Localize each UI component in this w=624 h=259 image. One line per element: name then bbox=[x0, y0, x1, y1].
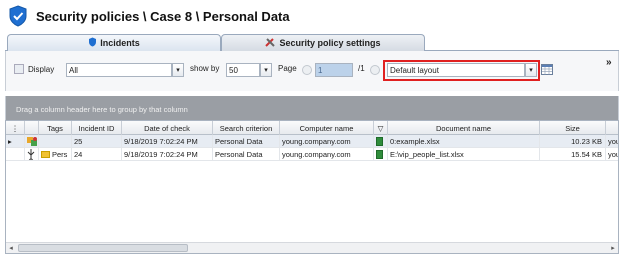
arrow-left-icon bbox=[302, 65, 312, 75]
tab-security-policy-settings[interactable]: Security policy settings bbox=[221, 34, 425, 51]
row-indicator-header[interactable]: ⋮ bbox=[6, 121, 25, 135]
shield-icon bbox=[88, 37, 97, 49]
table-row[interactable]: Pers 24 9/18/2019 7:02:24 PM Personal Da… bbox=[6, 148, 618, 161]
display-group: Display bbox=[14, 64, 54, 74]
display-label: Display bbox=[28, 64, 55, 74]
usb-icon bbox=[25, 148, 39, 161]
column-header-incident-id[interactable]: Incident ID bbox=[72, 121, 122, 135]
cell-more: youn bbox=[606, 135, 618, 148]
prev-page-button[interactable] bbox=[302, 65, 312, 75]
cell-document: 0:example.xlsx bbox=[388, 135, 540, 148]
window-header: Security policies \ Case 8 \ Personal Da… bbox=[0, 0, 624, 32]
tools-icon bbox=[265, 37, 276, 49]
showby-select[interactable]: 50 ▾ bbox=[226, 63, 272, 77]
cell-incident-id: 25 bbox=[72, 135, 122, 148]
excel-file-icon bbox=[374, 135, 388, 148]
display-select-value: All bbox=[66, 63, 172, 77]
display-select[interactable]: All ▾ bbox=[66, 63, 184, 77]
tab-incidents-label: Incidents bbox=[100, 38, 140, 48]
cell-tags: Pers bbox=[39, 148, 72, 161]
tab-bar: Incidents Security policy settings bbox=[5, 32, 619, 51]
cell-more: youn bbox=[606, 148, 618, 161]
showby-label: show by bbox=[190, 64, 220, 73]
column-header-more[interactable] bbox=[606, 121, 618, 135]
filter-icon[interactable]: ▽ bbox=[374, 121, 388, 135]
page-input-value: 1 bbox=[315, 63, 353, 77]
column-header-date[interactable]: Date of check bbox=[122, 121, 213, 135]
column-header-size[interactable]: Size bbox=[540, 121, 606, 135]
page-input[interactable]: 1 bbox=[315, 63, 353, 77]
cell-criterion: Personal Data bbox=[213, 148, 280, 161]
page-label: Page bbox=[278, 64, 297, 73]
cell-date: 9/18/2019 7:02:24 PM bbox=[122, 148, 213, 161]
arrow-right-icon bbox=[370, 65, 380, 75]
cell-tags-text: Pers bbox=[52, 150, 68, 159]
scroll-right-icon[interactable]: ▸ bbox=[608, 243, 618, 253]
cell-computer: young.company.com bbox=[280, 148, 374, 161]
incidents-grid: ⋮ Tags Incident ID Date of check Search … bbox=[5, 120, 619, 254]
layout-highlight-box bbox=[383, 60, 540, 81]
column-header-computer[interactable]: Computer name bbox=[280, 121, 374, 135]
cell-date: 9/18/2019 7:02:24 PM bbox=[122, 135, 213, 148]
group-by-area[interactable]: Drag a column header here to group by th… bbox=[5, 96, 619, 120]
list-icon bbox=[14, 64, 24, 74]
cell-document: E:\vip_people_list.xlsx bbox=[388, 148, 540, 161]
excel-file-icon bbox=[374, 148, 388, 161]
next-page-button[interactable] bbox=[370, 65, 380, 75]
row-indicator-arrow-icon: ▸ bbox=[6, 135, 25, 148]
row-indicator bbox=[6, 148, 25, 161]
grid-header: ⋮ Tags Incident ID Date of check Search … bbox=[6, 121, 618, 135]
column-header-tags[interactable]: Tags bbox=[39, 121, 72, 135]
cell-size: 15.54 KB bbox=[540, 148, 606, 161]
more-options-button[interactable]: » bbox=[606, 57, 612, 68]
column-header-document[interactable]: Document name bbox=[388, 121, 540, 135]
column-header-blank[interactable] bbox=[25, 121, 39, 135]
cell-incident-id: 24 bbox=[72, 148, 122, 161]
table-row[interactable]: ▸ 25 9/18/2019 7:02:24 PM Personal Data … bbox=[6, 135, 618, 148]
chevron-down-icon[interactable]: ▾ bbox=[172, 63, 184, 77]
showby-select-value: 50 bbox=[226, 63, 260, 77]
horizontal-scrollbar[interactable]: ◂ ▸ bbox=[6, 242, 618, 253]
cell-computer: young.company.com bbox=[280, 135, 374, 148]
cell-criterion: Personal Data bbox=[213, 135, 280, 148]
tag-folder-icon bbox=[41, 151, 50, 158]
cell-tags bbox=[39, 135, 72, 148]
cell-size: 10.23 KB bbox=[540, 135, 606, 148]
column-header-criterion[interactable]: Search criterion bbox=[213, 121, 280, 135]
chevron-down-icon[interactable]: ▾ bbox=[260, 63, 272, 77]
layout-settings-icon[interactable] bbox=[541, 64, 553, 75]
shield-check-icon bbox=[9, 5, 27, 27]
page-total: /1 bbox=[358, 64, 365, 73]
scrollbar-thumb[interactable] bbox=[18, 244, 188, 252]
tab-incidents[interactable]: Incidents bbox=[7, 34, 221, 51]
scroll-left-icon[interactable]: ◂ bbox=[6, 243, 16, 253]
group-by-hint: Drag a column header here to group by th… bbox=[16, 105, 188, 114]
tab-settings-label: Security policy settings bbox=[279, 38, 381, 48]
incident-multi-icon bbox=[25, 135, 39, 148]
page-title: Security policies \ Case 8 \ Personal Da… bbox=[36, 8, 290, 24]
